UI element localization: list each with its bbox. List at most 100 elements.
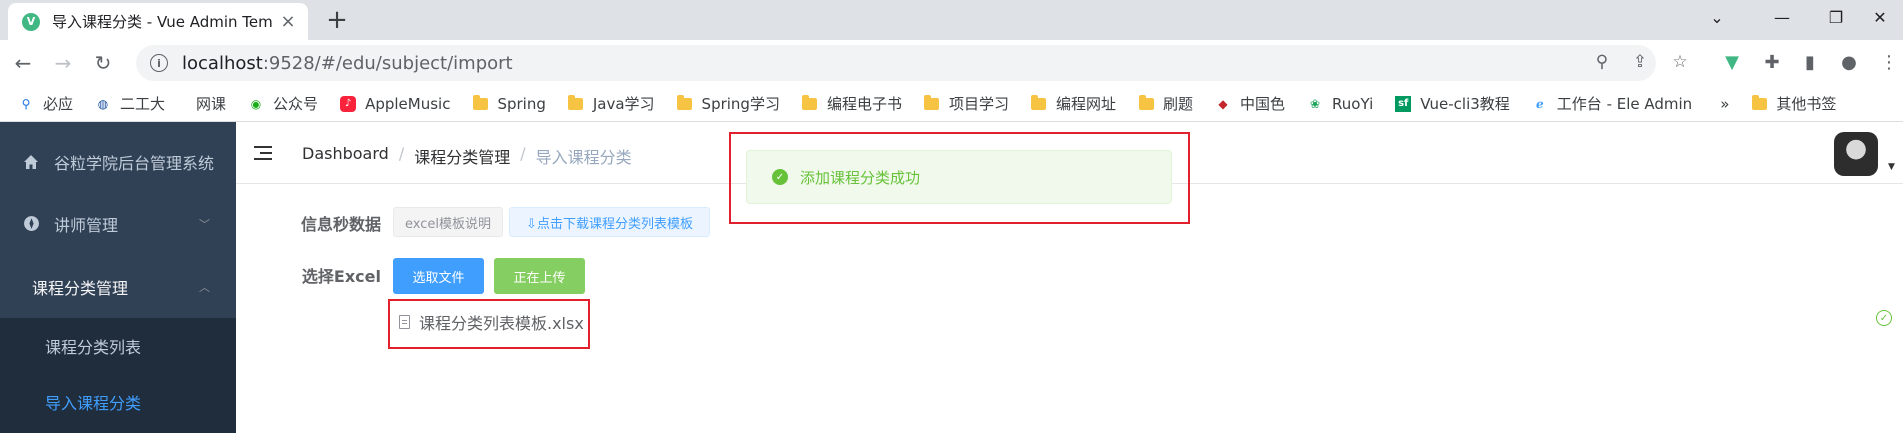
- sidebar-item-label: 讲师管理: [54, 215, 119, 235]
- bookmark-label: 编程电子书: [826, 95, 902, 113]
- bookmark-item[interactable]: Java学习: [568, 93, 655, 114]
- maximize-button[interactable]: ❐: [1808, 0, 1864, 34]
- bookmark-label: Java学习: [592, 95, 655, 113]
- caret-down-icon[interactable]: ▼: [1888, 162, 1895, 172]
- profile-icon[interactable]: ●: [1836, 49, 1862, 75]
- bookmark-item[interactable]: ♪ AppleMusic: [340, 95, 450, 113]
- ele-icon: ℯ: [1535, 96, 1544, 111]
- tab-title: 导入课程分类 - Vue Admin Tem: [52, 13, 273, 31]
- upload-success-icon: ✓: [1876, 310, 1892, 326]
- browser-tab[interactable]: V 导入课程分类 - Vue Admin Tem ×: [8, 3, 308, 40]
- submenu-label: 课程分类列表: [45, 338, 142, 357]
- bookmark-item[interactable]: ℯ 工作台 - Ele Admin: [1532, 93, 1692, 114]
- select-excel-label: 选择Excel: [301, 267, 381, 286]
- excel-note-button[interactable]: excel模板说明: [393, 207, 503, 237]
- avatar[interactable]: [1834, 132, 1878, 176]
- bookmark-item[interactable]: 项目学习: [924, 93, 1009, 114]
- folder-icon: [677, 94, 693, 112]
- color-icon: ◆: [1218, 96, 1228, 111]
- breadcrumb-home[interactable]: Dashboard: [302, 144, 389, 168]
- bookmark-label: 刷题: [1163, 95, 1194, 113]
- bookmark-item[interactable]: 网课: [187, 93, 226, 114]
- back-button[interactable]: ←: [6, 46, 40, 80]
- sidebar-item-teacher[interactable]: 讲师管理 ﹀: [0, 192, 236, 255]
- window-close-button[interactable]: ✕: [1860, 0, 1900, 34]
- bookmark-item[interactable]: Spring学习: [677, 93, 780, 114]
- sidebar-item-subject-list[interactable]: 课程分类列表: [0, 318, 236, 374]
- bookmark-item[interactable]: ◍ 二工大: [95, 93, 165, 114]
- wechat-icon: ◉: [250, 96, 262, 111]
- folder-icon: [568, 94, 584, 112]
- download-template-link[interactable]: ⇩点击下载课程分类列表模板: [509, 207, 710, 237]
- bookmark-label: Vue-cli3教程: [1420, 95, 1510, 113]
- chevron-up-icon: ︿: [199, 280, 210, 294]
- tab-search-icon[interactable]: ⌄: [1689, 0, 1745, 34]
- bookmark-item[interactable]: sf Vue-cli3教程: [1395, 93, 1510, 114]
- bookmark-label: 工作台 - Ele Admin: [1556, 95, 1693, 113]
- sidebar-item-label: 课程分类管理: [32, 278, 129, 298]
- other-bookmarks-folder[interactable]: 其他书签: [1751, 93, 1836, 114]
- bookmark-label: Spring: [497, 94, 546, 113]
- compass-icon: [22, 215, 40, 233]
- upload-button[interactable]: 正在上传: [494, 258, 585, 294]
- browser-toolbar: ← → ↻ i localhost:9528/#/edu/subject/imp…: [0, 40, 1903, 86]
- sidebar-item-subject-import[interactable]: 导入课程分类: [0, 374, 236, 430]
- folder-icon: [1138, 94, 1154, 112]
- bookmark-item[interactable]: Spring: [472, 94, 546, 113]
- vue-devtools-icon[interactable]: ▼: [1719, 49, 1745, 75]
- school-logo-icon: ◍: [97, 96, 109, 111]
- bookmark-label: RuoYi: [1332, 94, 1374, 113]
- hamburger-menu-icon[interactable]: [254, 144, 274, 162]
- site-info-icon[interactable]: i: [150, 54, 168, 72]
- sf-icon: sf: [1395, 95, 1412, 112]
- choose-file-button[interactable]: 选取文件: [393, 258, 484, 294]
- folder-icon: [802, 94, 818, 112]
- bookmark-item[interactable]: 刷题: [1138, 93, 1193, 114]
- music-icon: ♪: [340, 95, 357, 112]
- url-text: localhost:9528/#/edu/subject/import: [182, 52, 513, 74]
- chrome-menu-icon[interactable]: ⋮: [1876, 49, 1902, 75]
- breadcrumb-separator: /: [398, 144, 405, 163]
- minimize-button[interactable]: —: [1754, 0, 1810, 34]
- bookmark-item[interactable]: 编程网址: [1031, 93, 1116, 114]
- bookmark-label: 网课: [196, 95, 227, 113]
- sidebar: 谷粒学院后台管理系统 讲师管理 ﹀ 课程分类管理 ︿ 课程分类列表 导入课程分类: [0, 122, 236, 433]
- highlight-box-file: [388, 299, 590, 349]
- bookmark-item[interactable]: ◆ 中国色: [1215, 93, 1285, 114]
- ruoyi-icon: ❀: [1310, 96, 1321, 111]
- bookmark-item[interactable]: ❀ RuoYi: [1307, 95, 1373, 113]
- bookmark-item[interactable]: ◉ 公众号: [248, 93, 318, 114]
- bookmark-label: 公众号: [273, 95, 319, 113]
- bookmarks-bar: ⚲ 必应 ◍ 二工大 网课 ◉ 公众号 ♪ AppleMusic Spring Java学习 Spri…: [0, 86, 1903, 122]
- close-tab-icon[interactable]: ×: [278, 11, 298, 32]
- submenu-label: 导入课程分类: [45, 394, 142, 413]
- sidebar-item-home[interactable]: 谷粒学院后台管理系统: [0, 130, 236, 193]
- bookmark-star-icon[interactable]: ☆: [1670, 52, 1690, 72]
- bookmark-label: 其他书签: [1776, 95, 1837, 113]
- folder-icon: [1751, 94, 1767, 112]
- breadcrumb: Dashboard / 课程分类管理 / 导入课程分类: [302, 144, 632, 168]
- reload-button[interactable]: ↻: [86, 46, 120, 80]
- bookmark-label: 项目学习: [948, 95, 1009, 113]
- forward-button[interactable]: →: [46, 46, 80, 80]
- new-tab-button[interactable]: +: [322, 6, 352, 36]
- folder-icon: [924, 94, 940, 112]
- bookmark-label: AppleMusic: [365, 94, 451, 113]
- address-bar[interactable]: i localhost:9528/#/edu/subject/import: [136, 45, 1656, 81]
- share-icon[interactable]: ⇪: [1630, 52, 1650, 72]
- breadcrumb-parent[interactable]: 课程分类管理: [414, 144, 510, 168]
- info-label: 信息秒数据: [300, 215, 381, 234]
- extensions-icon[interactable]: ✚: [1759, 49, 1785, 75]
- side-panel-icon[interactable]: ▮: [1797, 49, 1823, 75]
- bookmark-label: Spring学习: [701, 95, 780, 113]
- bookmark-label: 中国色: [1240, 95, 1286, 113]
- breadcrumb-current: 导入课程分类: [535, 148, 632, 167]
- folder-icon: [472, 94, 488, 112]
- bookmark-item[interactable]: 编程电子书: [802, 93, 902, 114]
- bookmark-item[interactable]: ⚲ 必应: [18, 93, 73, 114]
- zoom-icon[interactable]: ⚲: [1592, 52, 1612, 72]
- sidebar-item-subject[interactable]: 课程分类管理 ︿: [0, 255, 214, 318]
- breadcrumb-separator: /: [520, 144, 526, 163]
- bookmarks-overflow-button[interactable]: »: [1720, 95, 1729, 113]
- bookmark-label: 二工大: [120, 95, 166, 113]
